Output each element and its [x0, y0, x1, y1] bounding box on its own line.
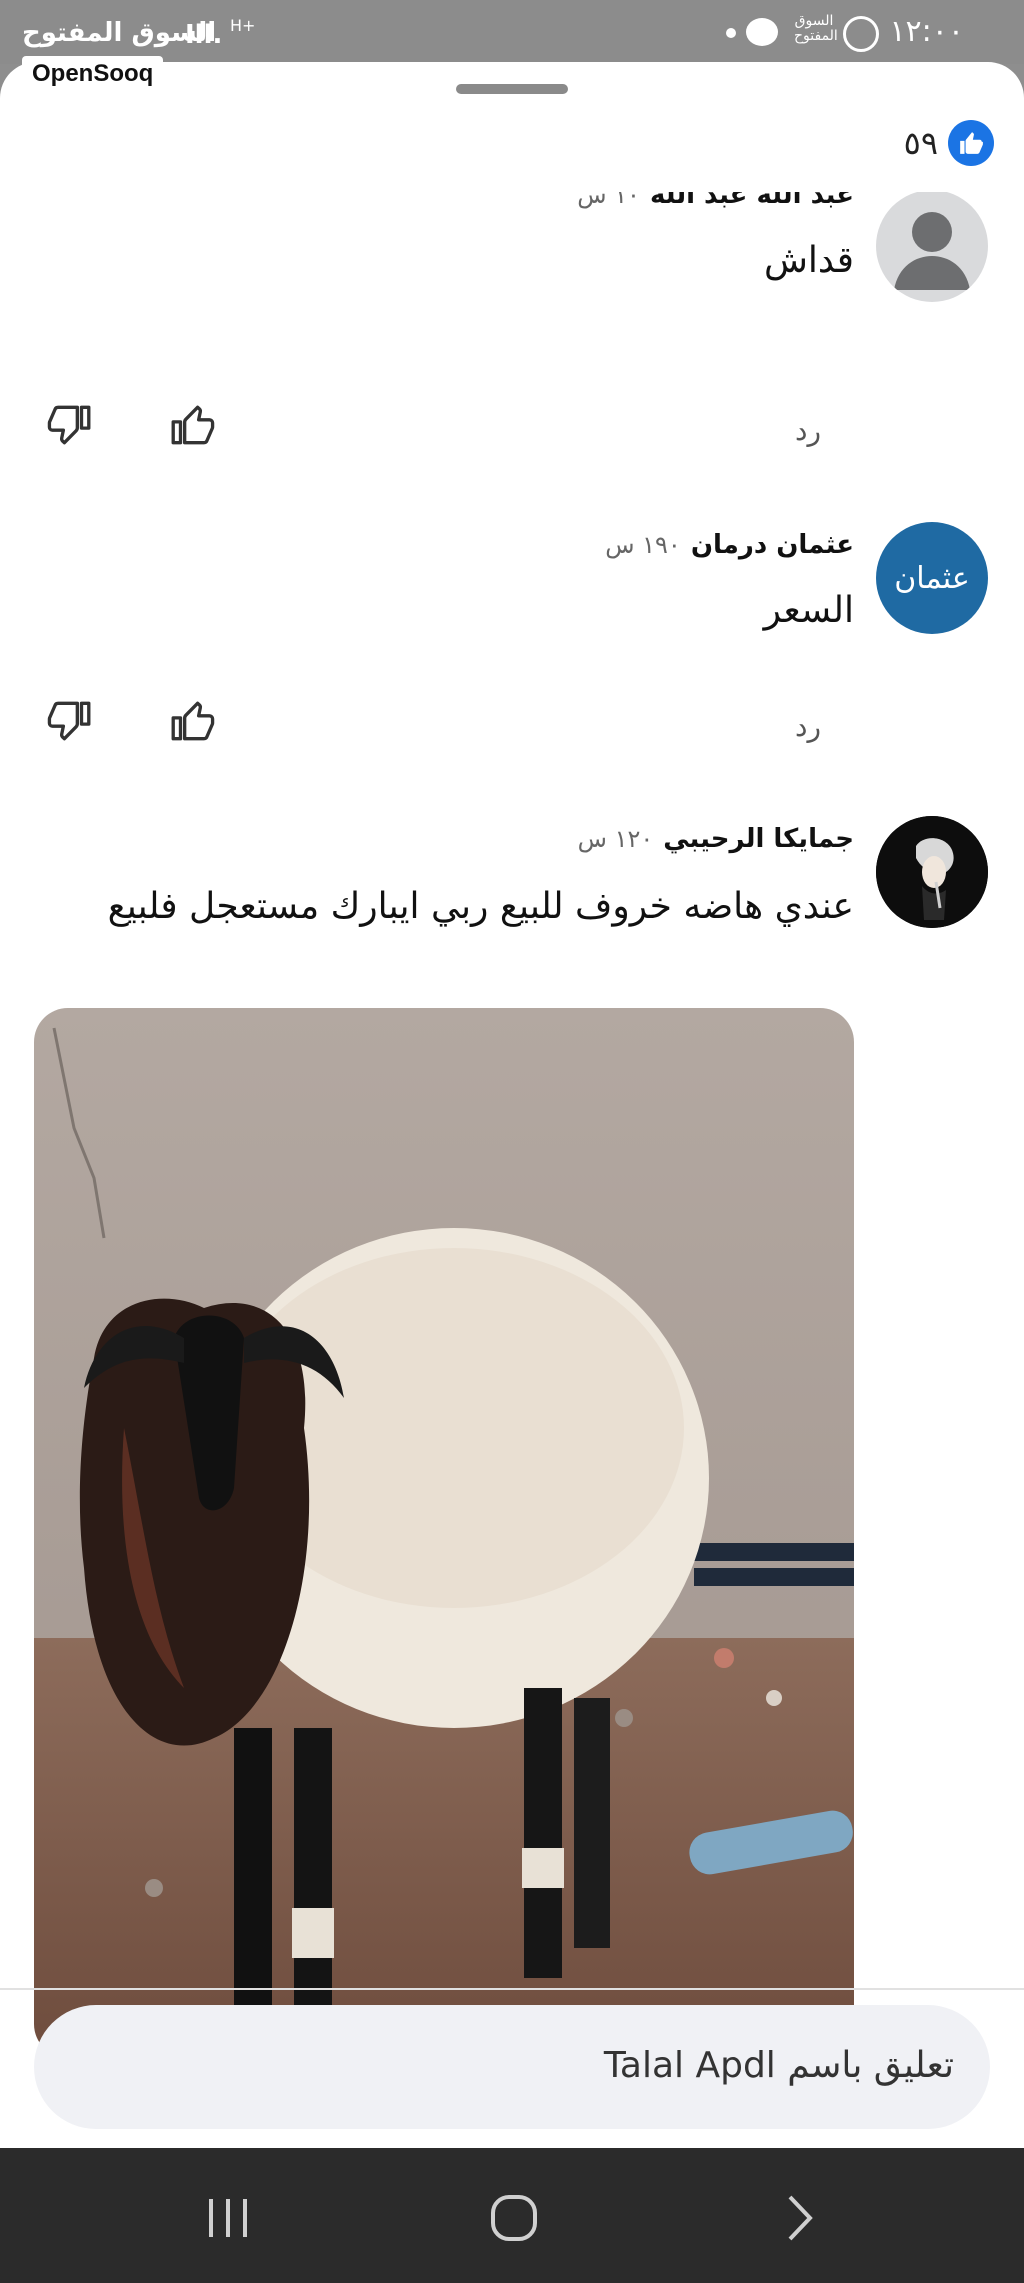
like-badge-icon — [948, 120, 994, 166]
comments-sheet: ٥٩ عبد الله عبد الله١٠ س قداش رد عثمان ع… — [0, 62, 1024, 2148]
status-time: ١٢:٠٠ — [889, 14, 964, 49]
system-nav-bar — [0, 2148, 1024, 2283]
home-icon[interactable] — [484, 2188, 544, 2248]
network-type-text: H+ — [230, 16, 256, 35]
recent-apps-icon[interactable] — [198, 2188, 258, 2248]
likes-summary[interactable]: ٥٩ — [904, 120, 994, 166]
back-icon[interactable] — [770, 2188, 830, 2248]
opensooq-mini-icon: السوق المفتوح — [794, 13, 838, 44]
whatsapp-icon — [843, 16, 879, 52]
comment-composer[interactable] — [34, 2005, 990, 2129]
composer-divider — [0, 1988, 1024, 1990]
comments-list: عبد الله عبد الله١٠ س قداش رد عثمان عثما… — [0, 192, 1024, 2050]
comment-text: عندي هاضه خروف للبيع ربي ايبارك مستعجل ف… — [107, 886, 854, 927]
comment-photo[interactable] — [34, 1008, 854, 2050]
likes-count: ٥٩ — [903, 124, 938, 162]
avatar[interactable] — [876, 816, 988, 928]
comment-meta: جمايكا الرحيبي ١٢٠ س — [578, 824, 854, 854]
signal-strength-text: Ill. — [185, 20, 223, 50]
comment-time: ١٢٠ س — [577, 825, 654, 853]
opensooq-logo: OpenSooq — [22, 56, 164, 96]
notification-dot-icon — [726, 28, 736, 38]
comment-input[interactable] — [94, 2035, 954, 2095]
comment-item: جمايكا الرحيبي ١٢٠ س عندي هاضه خروف للبيع… — [0, 192, 1024, 2050]
drag-handle[interactable] — [456, 84, 568, 94]
profile-photo-icon — [876, 816, 988, 928]
chat-bubble-icon — [746, 18, 778, 46]
comment-author[interactable]: جمايكا الرحيبي — [663, 824, 854, 854]
status-bar: السوق المفتوح Ill. H+ السوق المفتوح ١٢:٠… — [0, 0, 1024, 64]
